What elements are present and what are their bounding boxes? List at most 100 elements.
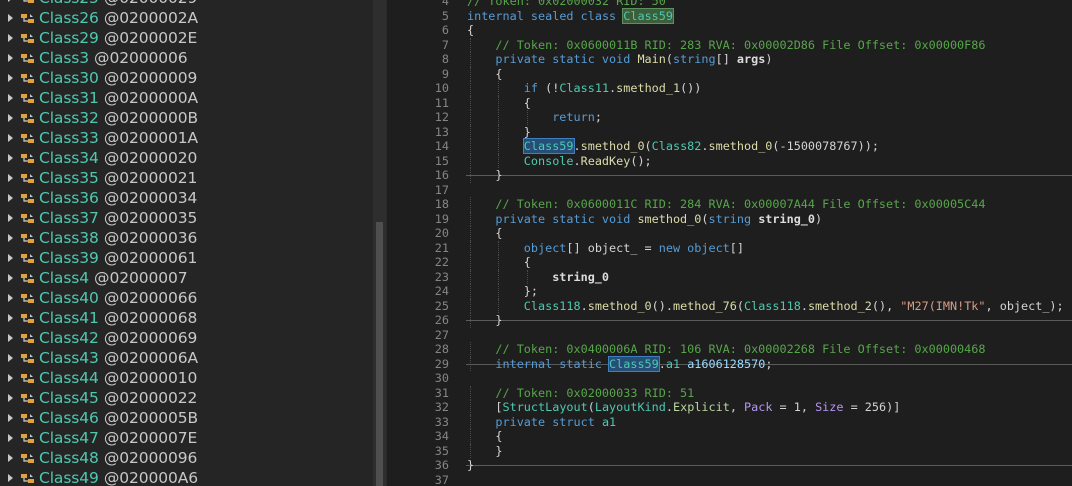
code-token[interactable]: ) (815, 212, 822, 226)
code-token[interactable]: internal sealed class (467, 9, 623, 23)
expand-arrow-icon[interactable] (8, 214, 13, 222)
code-token[interactable]: smethod_0 (588, 299, 652, 313)
code-token[interactable]: private static void (495, 52, 637, 66)
expand-arrow-icon[interactable] (8, 54, 13, 62)
code-text[interactable]: } (495, 168, 502, 183)
code-token[interactable]: Class59 (622, 7, 674, 24)
code-text[interactable]: { (524, 255, 531, 270)
expand-arrow-icon[interactable] (8, 314, 13, 322)
expand-arrow-icon[interactable] (8, 434, 13, 442)
code-token[interactable]: private static void (495, 212, 637, 226)
tree-item[interactable]: Class49 @020000A6 (0, 468, 373, 486)
code-token[interactable]: } (495, 444, 502, 458)
code-token[interactable]: ( (666, 52, 673, 66)
tree-item[interactable]: Class39 @02000061 (0, 248, 373, 268)
code-text[interactable]: } (524, 125, 531, 140)
code-token[interactable]: . (574, 154, 581, 168)
tree-item[interactable]: Class47 @0200007E (0, 428, 373, 448)
expand-arrow-icon[interactable] (8, 334, 13, 342)
code-text[interactable]: } (495, 313, 502, 328)
code-token[interactable]: (! (538, 81, 559, 95)
expand-arrow-icon[interactable] (8, 474, 13, 482)
code-token[interactable]: { (524, 96, 531, 110)
code-editor[interactable]: 4 // Token: 0x02000032 RID: 50 5 internal s… (414, 0, 1072, 486)
tree-scrollbar[interactable] (373, 0, 386, 486)
code-text[interactable]: // Token: 0x0600011B RID: 283 RVA: 0x000… (495, 38, 985, 53)
code-text[interactable]: // Token: 0x0400006A RID: 106 RVA: 0x000… (495, 342, 985, 357)
code-token[interactable]: , (730, 400, 744, 414)
code-token[interactable]: object (524, 241, 567, 255)
tree-item[interactable]: Class4 @02000007 (0, 268, 373, 288)
code-token[interactable]: { (495, 226, 502, 240)
code-token[interactable]: smethod_0 (581, 139, 645, 153)
code-token[interactable]: (), (872, 299, 900, 313)
code-token[interactable]: (). (652, 299, 673, 313)
code-token[interactable]: }; (524, 284, 538, 298)
code-text[interactable]: private static void smethod_0(string str… (495, 212, 822, 227)
expand-arrow-icon[interactable] (8, 394, 13, 402)
tree-scrollbar-thumb[interactable] (376, 222, 383, 486)
code-token[interactable]: Class59 (608, 355, 660, 372)
code-text[interactable]: internal sealed class Class59 (467, 7, 674, 24)
code-token[interactable]: . (574, 139, 581, 153)
code-token[interactable]: { (524, 255, 531, 269)
code-token[interactable]: . (659, 357, 666, 371)
code-token[interactable]: Class118 (744, 299, 801, 313)
code-token[interactable]: // Token: 0x0600011C RID: 284 RVA: 0x000… (495, 197, 985, 211)
code-text[interactable]: Class59.smethod_0(Class82.smethod_0(-150… (522, 138, 879, 154)
code-token[interactable]: StructLayout (503, 400, 588, 414)
expand-arrow-icon[interactable] (8, 194, 13, 202)
tree-item[interactable]: Class48 @02000096 (0, 448, 373, 468)
code-token[interactable]: Class82 (652, 139, 702, 153)
code-token[interactable]: ( (645, 139, 652, 153)
code-text[interactable]: // Token: 0x02000033 RID: 51 (495, 386, 694, 401)
code-text[interactable]: { (495, 429, 502, 444)
code-token[interactable]: Explicit (673, 400, 730, 414)
code-token[interactable]: if (524, 81, 538, 95)
expand-arrow-icon[interactable] (8, 414, 13, 422)
code-token[interactable]: ( (588, 400, 595, 414)
expand-arrow-icon[interactable] (8, 174, 13, 182)
code-token[interactable]: LayoutKind (595, 400, 666, 414)
code-token[interactable]: smethod_0 (637, 212, 701, 226)
code-token[interactable]: string (673, 52, 716, 66)
expand-arrow-icon[interactable] (8, 0, 13, 2)
code-token[interactable]: string_0 (758, 212, 815, 226)
code-text[interactable]: } (467, 458, 474, 473)
code-token[interactable]: a1 (602, 415, 616, 429)
tree-item[interactable]: Class32 @0200000B (0, 108, 373, 128)
code-token[interactable]: ; (595, 110, 602, 124)
code-token[interactable]: a1606128570 (687, 357, 765, 371)
code-token[interactable]: Class118 (524, 299, 581, 313)
tree-item[interactable]: Class44 @02000010 (0, 368, 373, 388)
code-text[interactable]: if (!Class11.smethod_1()) (524, 81, 702, 96)
expand-arrow-icon[interactable] (8, 114, 13, 122)
expand-arrow-icon[interactable] (8, 154, 13, 162)
code-text[interactable]: }; (524, 284, 538, 299)
code-token[interactable]: method_76 (673, 299, 737, 313)
code-text[interactable]: { (467, 23, 474, 38)
code-token[interactable]: } (495, 168, 502, 182)
code-token[interactable]: Size (815, 400, 843, 414)
code-token[interactable]: Pack (744, 400, 772, 414)
expand-arrow-icon[interactable] (8, 274, 13, 282)
code-token[interactable]: // Token: 0x02000033 RID: 51 (495, 386, 694, 400)
code-token[interactable]: = 1, (772, 400, 815, 414)
tree-item[interactable]: Class46 @0200005B (0, 408, 373, 428)
tree-item[interactable]: Class42 @02000069 (0, 328, 373, 348)
expand-arrow-icon[interactable] (8, 254, 13, 262)
expand-arrow-icon[interactable] (8, 234, 13, 242)
code-token[interactable]: // Token: 0x02000032 RID: 50 (467, 0, 666, 8)
code-token[interactable]: // Token: 0x0600011B RID: 283 RVA: 0x000… (495, 38, 985, 52)
tree-item[interactable]: Class38 @02000036 (0, 228, 373, 248)
code-token[interactable]: Class59 (522, 138, 575, 154)
tree-item[interactable]: Class25 @02000029 (0, 0, 373, 8)
expand-arrow-icon[interactable] (8, 34, 13, 42)
code-token[interactable]: . (666, 400, 673, 414)
expand-arrow-icon[interactable] (8, 454, 13, 462)
tree-item[interactable]: Class3 @02000006 (0, 48, 373, 68)
expand-arrow-icon[interactable] (8, 74, 13, 82)
code-token[interactable]: } (495, 313, 502, 327)
code-text[interactable]: Console.ReadKey(); (524, 154, 652, 169)
code-token[interactable]: smethod_1 (616, 81, 680, 95)
